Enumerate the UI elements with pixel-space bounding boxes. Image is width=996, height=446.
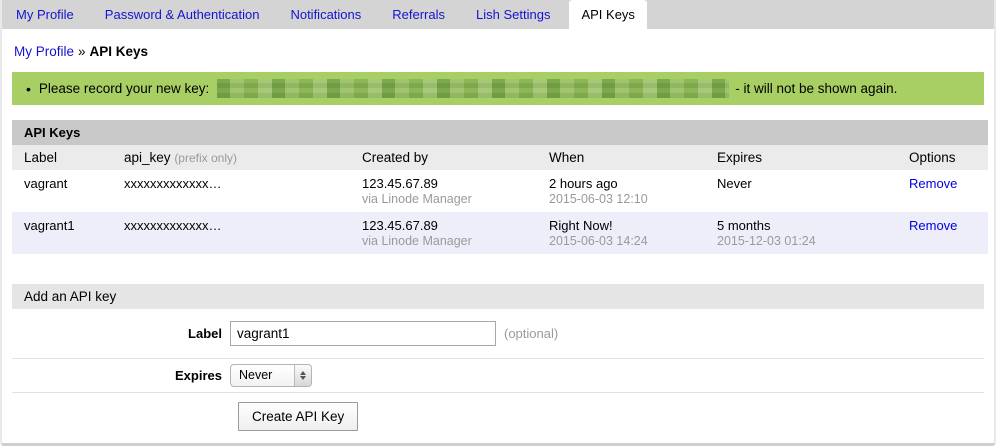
key-when: Right Now!2015-06-03 14:24 xyxy=(537,212,705,254)
api-key-note: (prefix only) xyxy=(174,151,237,165)
expires-selected-value: Never xyxy=(231,365,294,386)
col-header-when: When xyxy=(537,145,705,170)
create-api-key-button[interactable]: Create API Key xyxy=(238,402,358,431)
breadcrumb-my-profile-link[interactable]: My Profile xyxy=(14,44,74,59)
key-expires-date: 2015-12-03 01:24 xyxy=(717,234,885,248)
page: My Profile Password & Authentication Not… xyxy=(0,0,996,446)
key-label: vagrant1 xyxy=(12,212,112,254)
col-header-expires: Expires xyxy=(705,145,897,170)
key-expires: Never xyxy=(705,170,897,212)
key-when-date: 2015-06-03 14:24 xyxy=(549,234,693,248)
redacted-api-key xyxy=(217,79,729,98)
tab-referrals[interactable]: Referrals xyxy=(380,0,457,29)
key-when-date: 2015-06-03 12:10 xyxy=(549,192,693,206)
key-created-by: 123.45.67.89via Linode Manager xyxy=(350,212,537,254)
add-api-key-form: Add an API key Label (optional) Expires … xyxy=(12,284,984,443)
label-input[interactable] xyxy=(230,321,496,346)
label-field-label: Label xyxy=(12,326,230,341)
key-when: 2 hours ago2015-06-03 12:10 xyxy=(537,170,705,212)
expires-select[interactable]: Never xyxy=(230,364,312,387)
api-keys-table: API Keys Label api_key (prefix only) Cre… xyxy=(12,120,984,254)
form-title: Add an API key xyxy=(12,284,984,309)
tab-my-profile[interactable]: My Profile xyxy=(4,0,86,29)
tab-notifications[interactable]: Notifications xyxy=(278,0,373,29)
key-label: vagrant xyxy=(12,170,112,212)
notice-prefix-text: Please record your new key: xyxy=(39,81,209,96)
key-prefix: xxxxxxxxxxxxx… xyxy=(112,212,350,254)
select-stepper-icon xyxy=(294,365,311,386)
remove-key-link[interactable]: Remove xyxy=(909,176,957,191)
col-header-created-by: Created by xyxy=(350,145,537,170)
notice-bullet: • xyxy=(26,81,31,97)
breadcrumb-current: API Keys xyxy=(90,44,149,59)
optional-note: (optional) xyxy=(504,326,558,341)
new-key-notice: • Please record your new key: - it will … xyxy=(12,72,984,105)
breadcrumb-separator: » xyxy=(78,44,86,59)
tab-password-authentication[interactable]: Password & Authentication xyxy=(93,0,272,29)
key-created-by: 123.45.67.89via Linode Manager xyxy=(350,170,537,212)
tab-bar: My Profile Password & Authentication Not… xyxy=(2,0,994,29)
breadcrumb: My Profile » API Keys xyxy=(2,29,994,69)
table-row: vagrant xxxxxxxxxxxxx… 123.45.67.89via L… xyxy=(12,170,988,212)
col-header-label: Label xyxy=(12,145,112,170)
remove-key-link[interactable]: Remove xyxy=(909,218,957,233)
key-created-via: via Linode Manager xyxy=(362,234,525,248)
key-prefix: xxxxxxxxxxxxx… xyxy=(112,170,350,212)
tab-lish-settings[interactable]: Lish Settings xyxy=(464,0,562,29)
col-header-options: Options xyxy=(897,145,988,170)
expires-field-label: Expires xyxy=(12,368,230,383)
key-expires: 5 months2015-12-03 01:24 xyxy=(705,212,897,254)
notice-suffix-text: - it will not be shown again. xyxy=(735,81,897,96)
col-header-api-key: api_key (prefix only) xyxy=(112,145,350,170)
key-created-via: via Linode Manager xyxy=(362,192,525,206)
tab-api-keys[interactable]: API Keys xyxy=(569,0,646,29)
table-row: vagrant1 xxxxxxxxxxxxx… 123.45.67.89via … xyxy=(12,212,988,254)
table-title: API Keys xyxy=(12,120,988,145)
